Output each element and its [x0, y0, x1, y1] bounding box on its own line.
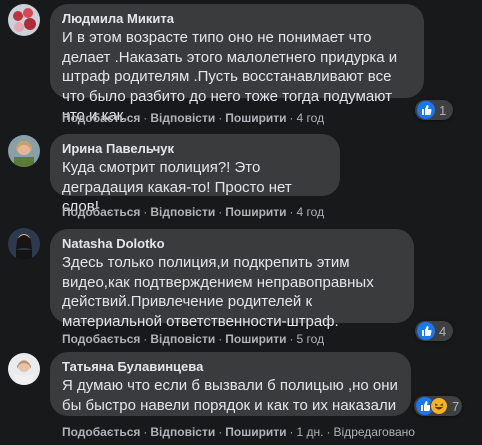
avatar[interactable]: [8, 135, 40, 167]
reaction-count: 7: [452, 398, 460, 414]
timestamp[interactable]: 5 год: [297, 332, 325, 346]
like-button[interactable]: Подобається: [62, 425, 140, 439]
share-button[interactable]: Поширити: [225, 111, 286, 125]
reaction-summary[interactable]: 1: [415, 100, 453, 120]
reaction-summary[interactable]: 4: [415, 321, 453, 341]
comment-author[interactable]: Людмила Микита: [62, 11, 412, 27]
separator: ·: [218, 111, 223, 125]
avatar[interactable]: [8, 228, 40, 260]
reply-button[interactable]: Відповісти: [150, 111, 215, 125]
comment-bubble: Татьяна Булавинцева Я думаю что если б в…: [50, 352, 411, 433]
separator: ·: [218, 425, 223, 439]
like-button[interactable]: Подобається: [62, 111, 140, 125]
like-icon: [417, 101, 435, 119]
share-button[interactable]: Поширити: [225, 205, 286, 219]
share-button[interactable]: Поширити: [225, 332, 286, 346]
separator: ·: [326, 425, 331, 439]
like-button[interactable]: Подобається: [62, 332, 140, 346]
reaction-count: 4: [439, 323, 447, 339]
timestamp[interactable]: 4 год: [297, 205, 325, 219]
separator: ·: [218, 205, 223, 219]
haha-icon: [430, 397, 448, 415]
timestamp[interactable]: 4 год: [297, 111, 325, 125]
comment-actions: Подобається · Відповісти · Поширити · 1 дн. · Ві…: [62, 424, 415, 440]
reply-button[interactable]: Відповісти: [150, 425, 215, 439]
separator: ·: [143, 425, 148, 439]
like-icon: [417, 322, 435, 340]
like-button[interactable]: Подобається: [62, 205, 140, 219]
separator: ·: [289, 425, 294, 439]
separator: ·: [289, 111, 294, 125]
comment-actions: Подобається · Відповісти · Поширити · 5 год: [62, 331, 324, 347]
separator: ·: [143, 332, 148, 346]
reaction-count: 1: [439, 102, 447, 118]
separator: ·: [289, 205, 294, 219]
share-button[interactable]: Поширити: [225, 425, 286, 439]
comment-author[interactable]: Татьяна Булавинцева: [62, 359, 399, 375]
comment-bubble: Natasha Dolotko Здесь только полиция,и п…: [50, 229, 414, 330]
comment-author[interactable]: Ирина Павельчук: [62, 141, 328, 157]
avatar[interactable]: [8, 353, 40, 385]
reply-button[interactable]: Відповісти: [150, 332, 215, 346]
comment-actions: Подобається · Відповісти · Поширити · 4 год: [62, 110, 324, 126]
comment-actions: Подобається · Відповісти · Поширити · 4 год: [62, 204, 324, 220]
comment-text: Здесь только полиция,и подкрепить этим в…: [62, 254, 374, 330]
comment-author[interactable]: Natasha Dolotko: [62, 236, 402, 252]
separator: ·: [143, 111, 148, 125]
edited-label: Відредаговано: [333, 425, 415, 439]
separator: ·: [143, 205, 148, 219]
comment-bubble: Людмила Микита И в этом возрасте типо он…: [50, 4, 424, 124]
comment-bubble: Ирина Павельчук Куда смотрит полиция?! Э…: [50, 134, 340, 215]
avatar[interactable]: [8, 4, 40, 36]
reply-button[interactable]: Відповісти: [150, 205, 215, 219]
timestamp[interactable]: 1 дн.: [297, 425, 324, 439]
reaction-summary[interactable]: 7: [414, 396, 462, 416]
separator: ·: [218, 332, 223, 346]
separator: ·: [289, 332, 294, 346]
